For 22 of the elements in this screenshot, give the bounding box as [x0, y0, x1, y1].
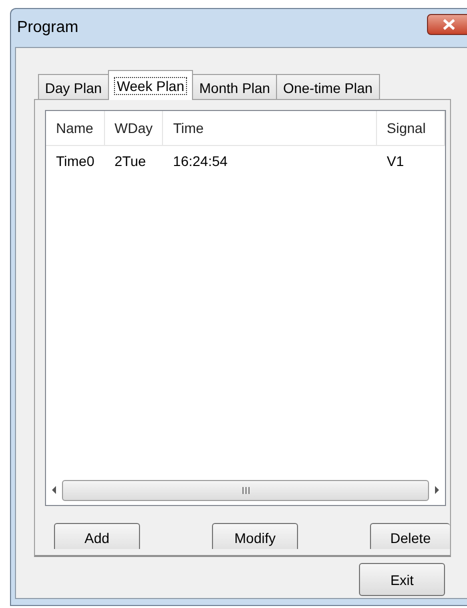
- column-header[interactable]: Signal: [376, 111, 446, 145]
- exit-button[interactable]: Exit: [359, 563, 445, 596]
- window-title: Program: [17, 19, 78, 37]
- tab[interactable]: Week Plan: [108, 70, 194, 100]
- tab[interactable]: One-time Plan: [276, 74, 380, 100]
- close-button[interactable]: [427, 14, 467, 34]
- action-button[interactable]: Modify: [212, 523, 298, 549]
- table-cell-text: Time0: [55, 152, 96, 171]
- close-icon: [443, 18, 455, 30]
- column-header[interactable]: Time: [163, 111, 377, 145]
- action-button[interactable]: Delete: [370, 523, 450, 549]
- table-cell-text: 16:24:54: [172, 152, 229, 171]
- left-arrow-icon[interactable]: [50, 485, 58, 495]
- column-header[interactable]: WDay: [104, 111, 164, 145]
- table-cell-text: V1: [386, 152, 405, 171]
- tab[interactable]: Month Plan: [192, 74, 278, 100]
- tab[interactable]: Day Plan: [38, 74, 109, 100]
- action-button[interactable]: Add: [54, 523, 140, 549]
- right-arrow-icon[interactable]: [433, 485, 441, 495]
- grip-icon: [242, 486, 250, 494]
- column-header[interactable]: Name: [46, 111, 105, 145]
- table-cell-text: 2Tue: [114, 152, 147, 171]
